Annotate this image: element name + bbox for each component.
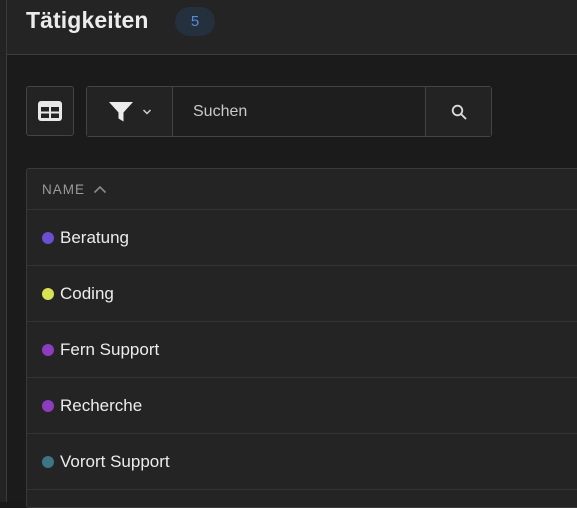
color-dot-icon (42, 287, 54, 300)
table-row[interactable]: Fern Support (27, 322, 577, 378)
count-badge: 5 (175, 7, 215, 36)
filter-icon (108, 101, 134, 123)
chevron-down-icon (142, 108, 152, 116)
search-icon (451, 104, 467, 120)
main-content: NAME Beratung Coding Fern Support Recherche… (7, 55, 577, 508)
table-row[interactable]: Recherche (27, 378, 577, 434)
search-input[interactable] (173, 87, 425, 136)
color-dot-icon (42, 455, 54, 468)
row-name: Fern Support (60, 339, 160, 359)
table-row[interactable]: Vorort Support (27, 434, 577, 490)
row-name: Beratung (60, 227, 129, 247)
row-name: Coding (60, 283, 114, 303)
view-toggle-button[interactable] (26, 86, 74, 136)
table-row[interactable]: Beratung (27, 210, 577, 266)
activities-table: NAME Beratung Coding Fern Support Recherche… (26, 168, 577, 508)
chevron-up-icon[interactable] (93, 185, 107, 194)
table-row[interactable]: Coding (27, 266, 577, 322)
row-name: Recherche (60, 395, 143, 415)
table-header: NAME (27, 169, 577, 210)
table-view-icon (37, 100, 63, 122)
color-dot-icon (42, 231, 54, 244)
filter-button[interactable] (87, 87, 173, 136)
table-body: Beratung Coding Fern Support Recherche Voror… (27, 210, 577, 490)
left-rail (0, 0, 7, 502)
search-button[interactable] (425, 87, 491, 136)
column-header-name[interactable]: NAME (42, 182, 85, 197)
page-header: Tätigkeiten 5 (7, 0, 577, 55)
search-bar (86, 86, 492, 137)
row-name: Vorort Support (60, 451, 170, 471)
page-title: Tätigkeiten (26, 7, 149, 33)
color-dot-icon (42, 399, 54, 412)
color-dot-icon (42, 343, 54, 356)
